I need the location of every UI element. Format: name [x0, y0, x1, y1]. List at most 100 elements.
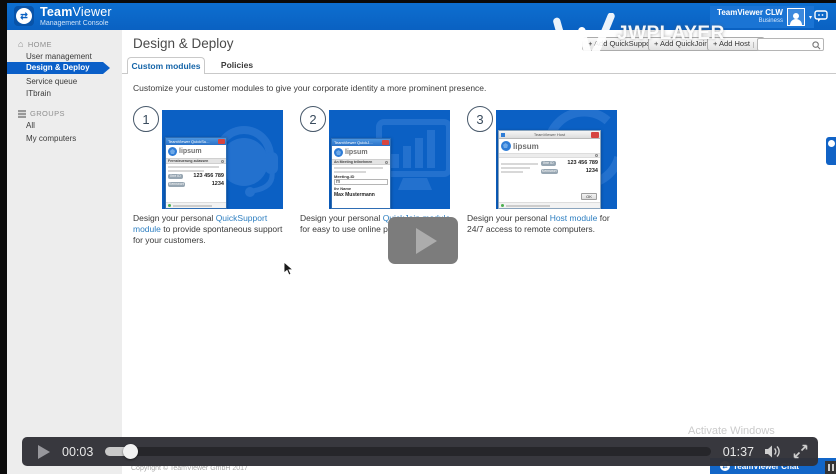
fullscreen-icon — [793, 444, 808, 459]
play-button[interactable] — [38, 445, 50, 459]
sidebar-item-all[interactable]: All — [26, 120, 35, 131]
sidebar-home-label: HOME — [28, 40, 52, 49]
caption-text: Design your personal — [300, 213, 383, 223]
section-label: Fernsteuerung zulassen — [168, 159, 208, 164]
video-letterbox-top — [0, 0, 836, 3]
feedback-side-tab[interactable] — [826, 137, 836, 165]
mini-window-section: Fernsteuerung zulassen — [166, 158, 226, 164]
brand-bold: Team — [40, 5, 73, 19]
lipsum-logo-text: lipsum — [179, 148, 202, 155]
password-value: 1234 — [560, 168, 598, 174]
step-number-3: 3 — [467, 106, 493, 132]
host-caption: Design your personal Host module for 24/… — [467, 213, 623, 235]
sidebar-groups-label: GROUPS — [30, 109, 65, 118]
sidebar: ⌂ HOME User management Design & Deploy S… — [7, 30, 122, 474]
account-type: Business — [717, 18, 783, 25]
account-text: TeamViewer CLW Business — [717, 9, 783, 24]
sidebar-item-user-management[interactable]: User management — [26, 51, 92, 62]
id-label: Ihre ID — [168, 174, 183, 179]
sidebar-item-my-computers[interactable]: My computers — [26, 133, 76, 144]
lipsum-logo: lipsum — [499, 139, 600, 153]
copyright-text: Copyright © TeamViewer GmbH 2017 — [131, 465, 248, 472]
id-value: 123 456 789 — [185, 173, 224, 179]
groups-icon — [18, 110, 26, 118]
sidebar-item-design-deploy[interactable]: Design & Deploy — [7, 62, 103, 74]
placeholder-text-line — [334, 167, 383, 169]
password-label: Kennwort — [168, 182, 185, 187]
lipsum-logo-icon — [168, 147, 177, 156]
mini-window-title: TeamViewer QuickSu... — [166, 138, 226, 145]
quicksupport-preview-image: TeamViewer QuickSu... lipsum Fernsteueru… — [162, 110, 283, 209]
id-value: 123 456 789 — [558, 160, 598, 166]
current-time: 00:03 — [62, 445, 93, 459]
step-number-1: 1 — [133, 106, 159, 132]
search-icon[interactable] — [812, 41, 821, 50]
progress-handle[interactable] — [123, 444, 138, 459]
person-icon — [789, 11, 803, 25]
status-row — [166, 202, 226, 208]
mini-window-section: An Meeting teilnehmen — [332, 159, 390, 165]
volume-icon — [764, 444, 783, 459]
video-letterbox-left — [0, 0, 7, 474]
jwplayer-video-frame: ⇄ TeamViewer Management Console TeamView… — [0, 0, 836, 474]
quickjoin-mini-window: TeamViewer QuickJ... lipsum An Meeting t… — [331, 138, 391, 209]
chevron-down-icon: ▾ — [809, 14, 812, 21]
account-menu[interactable]: TeamViewer CLW Business ▾ — [710, 6, 814, 28]
sidebar-section-groups: GROUPS — [18, 108, 65, 119]
section-label: An Meeting teilnehmen — [334, 160, 372, 165]
intro-text: Customize your customer modules to give … — [133, 83, 486, 93]
avatar[interactable] — [787, 8, 805, 26]
quicksupport-caption: Design your personal QuickSupport module… — [133, 213, 289, 247]
console-header: ⇄ TeamViewer Management Console TeamView… — [7, 3, 836, 30]
gear-icon — [221, 160, 224, 163]
lipsum-logo-icon — [501, 141, 511, 151]
close-icon — [382, 140, 389, 145]
account-name: TeamViewer CLW — [717, 9, 783, 18]
volume-button[interactable] — [764, 444, 783, 459]
player-control-bar: 00:03 01:37 — [22, 437, 818, 466]
step-number-2: 2 — [300, 106, 326, 132]
add-quickjoin-button[interactable]: + Add QuickJoin — [648, 37, 714, 51]
status-row — [499, 202, 600, 208]
host-preview-image: TeamViewer Host lipsum Ihre ID 123 456 7… — [496, 110, 617, 209]
play-icon — [416, 228, 437, 254]
video-play-overlay-button[interactable] — [388, 217, 458, 264]
ok-button: OK — [581, 193, 597, 200]
close-icon — [218, 139, 225, 144]
activate-windows-watermark: Activate Windows — [688, 425, 775, 437]
search-input[interactable] — [760, 39, 812, 50]
quickjoin-preview-image: TeamViewer QuickJ... lipsum An Meeting t… — [329, 110, 450, 209]
sidebar-item-service-queue[interactable]: Service queue — [26, 76, 77, 87]
search-box — [757, 38, 824, 51]
lipsum-logo-icon — [334, 148, 343, 157]
password-label: Kennwort — [541, 169, 558, 174]
caption-text: Design your personal — [467, 213, 550, 223]
teamviewer-logo-icon: ⇄ — [14, 6, 34, 26]
window-app-icon — [501, 133, 505, 137]
sidebar-section-home: ⌂ HOME — [18, 39, 52, 50]
progress-bar[interactable] — [105, 447, 710, 456]
id-label: Ihre ID — [541, 161, 556, 166]
brand-subtitle: Management Console — [40, 20, 112, 27]
pause-icon-fragment — [825, 461, 836, 474]
fullscreen-button[interactable] — [793, 444, 808, 459]
host-module-link[interactable]: Host module — [550, 213, 598, 223]
lipsum-logo-text: lipsum — [513, 142, 539, 151]
feedback-bubble-icon[interactable] — [814, 10, 828, 28]
ready-status-icon — [168, 204, 171, 207]
close-icon — [591, 132, 599, 138]
teamviewer-logo-icon — [828, 140, 835, 147]
name-value: Max Mustermann — [332, 191, 390, 199]
ready-status-icon — [501, 204, 504, 207]
sidebar-item-itbrain[interactable]: ITbrain — [26, 88, 51, 99]
tab-policies[interactable]: Policies — [212, 57, 262, 74]
brand-title: TeamViewer Management Console — [40, 5, 112, 27]
quicksupport-mini-window: TeamViewer QuickSu... lipsum Fernsteueru… — [165, 137, 227, 209]
mini-window-title: TeamViewer Host — [499, 131, 600, 139]
page-title: Design & Deploy — [133, 36, 234, 51]
mouse-cursor — [283, 261, 295, 277]
tab-custom-modules[interactable]: Custom modules — [127, 57, 205, 74]
lipsum-logo: lipsum — [166, 145, 226, 158]
gear-icon — [595, 154, 598, 157]
duration: 01:37 — [723, 445, 754, 459]
